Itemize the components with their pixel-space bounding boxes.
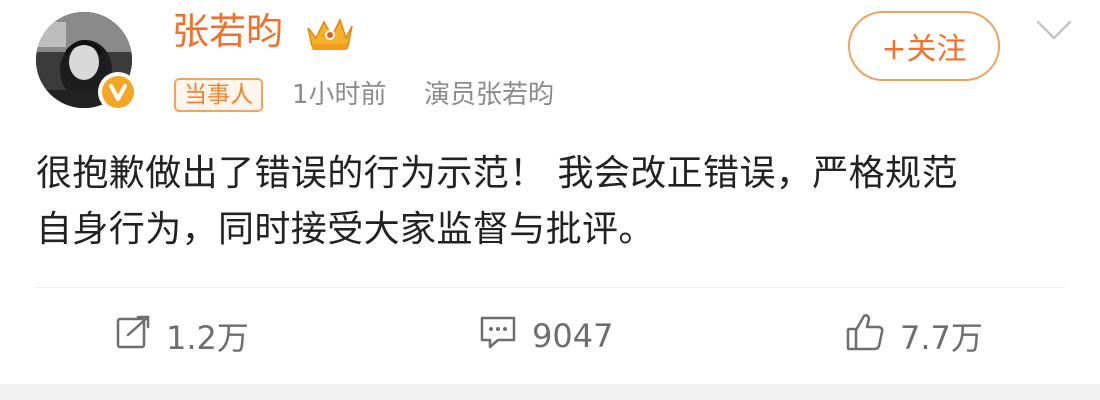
verified-v-icon bbox=[102, 76, 134, 108]
post-text-line: 自身行为，同时接受大家监督与批评。 bbox=[36, 209, 655, 250]
divider bbox=[34, 287, 1066, 288]
repost-count: 1.2万 bbox=[166, 319, 249, 357]
post-text-line: 很抱歉做出了错误的行为示范！ 我会改正错误，严格规范 bbox=[36, 153, 958, 194]
crown-icon bbox=[302, 14, 356, 54]
follow-button[interactable]: +关注 bbox=[848, 11, 1000, 81]
comment-icon bbox=[478, 313, 532, 359]
chevron-down-icon[interactable] bbox=[1034, 16, 1074, 44]
party-badge: 当事人 bbox=[174, 78, 263, 112]
post-time[interactable]: 1小时前 bbox=[292, 78, 387, 112]
like-count: 7.7万 bbox=[900, 319, 983, 357]
comment-button[interactable]: 9047 bbox=[478, 310, 613, 362]
post-source: 演员张若昀 bbox=[424, 80, 555, 110]
repost-icon bbox=[114, 313, 166, 359]
like-icon bbox=[844, 311, 900, 361]
post-content: 很抱歉做出了错误的行为示范！ 我会改正错误，严格规范 自身行为，同时接受大家监督… bbox=[36, 146, 1066, 258]
user-name[interactable]: 张若昀 bbox=[172, 6, 283, 58]
footer-separator bbox=[0, 384, 1100, 400]
verified-badge bbox=[98, 72, 138, 112]
repost-button[interactable]: 1.2万 bbox=[114, 310, 249, 362]
weibo-post-card: 张若昀 当事人 1小时前 演员张若昀 +关注 很抱歉做出了错误的行为示范！ 我会… bbox=[0, 0, 1100, 400]
like-button[interactable]: 7.7万 bbox=[844, 310, 983, 362]
comment-count: 9047 bbox=[532, 317, 614, 355]
